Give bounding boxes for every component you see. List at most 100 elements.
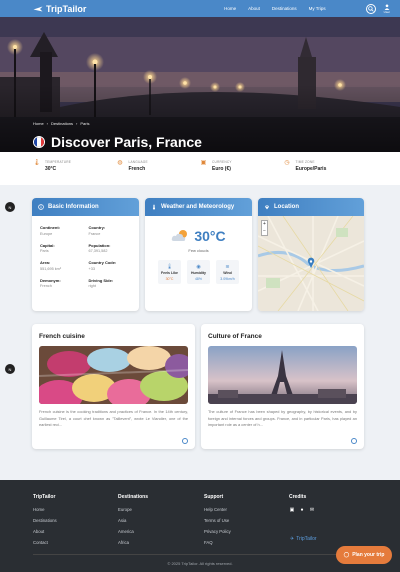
footer-link[interactable]: Africa <box>118 540 148 545</box>
field-value: France <box>88 231 101 236</box>
plan-your-trip-button[interactable]: ◯ Plan your trip <box>336 546 392 564</box>
current-temperature: 30°C <box>194 228 226 244</box>
footer-divider <box>33 554 367 555</box>
nav-link-destinations[interactable]: Destinations <box>272 6 297 11</box>
quick-fact-value: 30°C <box>45 166 57 172</box>
nav-link-my-trips[interactable]: My Trips <box>309 6 326 11</box>
footer-link[interactable]: Destinations <box>33 518 57 523</box>
plane-icon: ✈ <box>290 536 295 542</box>
footer-brand-logo[interactable]: ✈ TripTailor <box>290 536 317 542</box>
field-label: Capital: <box>40 242 55 248</box>
weather-card: Weather and Meteorology 30°C Few clouds … <box>145 198 252 311</box>
footer-column-credits: Credits ▣ ● ✉ <box>289 494 315 513</box>
hero-banner: Home › Destinations › Paris Discover Par… <box>0 17 400 152</box>
quick-fact-timezone: ◷ TIME ZONE Europe/Paris <box>284 160 368 185</box>
chat-icon: ◯ <box>343 552 350 558</box>
field-value: French <box>40 284 52 288</box>
weather-stat-value: 30°C <box>165 276 174 281</box>
field-country: Country: France <box>89 225 132 236</box>
weather-stat-wind: ≋ Wind 3.09km/h <box>216 260 239 284</box>
top-navbar: TripTailor Home About Destinations My Tr… <box>0 0 400 17</box>
footer-link[interactable]: Asia <box>118 518 148 523</box>
card-header: Basic Information <box>32 198 139 216</box>
footer-link[interactable]: Contact <box>33 540 57 545</box>
cuisine-card: French cuisine French cuisine is the coo… <box>32 324 195 449</box>
wind-icon: ≋ <box>225 263 230 270</box>
breadcrumb-current: Paris <box>80 121 90 126</box>
breadcrumb-destinations[interactable]: Destinations <box>51 121 73 126</box>
breadcrumb-home[interactable]: Home <box>33 121 44 126</box>
thermometer-icon: 🌡 <box>33 160 41 166</box>
search-icon <box>367 5 374 12</box>
field-value: Paris <box>40 249 49 253</box>
card-header: Weather and Meteorology <box>145 198 252 216</box>
culture-card: Culture of France The culture of France … <box>201 324 364 449</box>
brand-name: TripTailor <box>46 3 87 14</box>
card-description: The culture of France has been shaped by… <box>208 409 357 427</box>
floating-side-button[interactable]: N <box>5 202 15 212</box>
read-more-icon[interactable] <box>182 438 188 444</box>
footer-link[interactable]: Terms of Use <box>204 518 231 523</box>
field-value: right <box>88 284 96 288</box>
weather-stat-label: Wind <box>223 271 232 275</box>
github-icon[interactable]: ● <box>299 507 305 513</box>
user-menu-button[interactable]: User <box>384 3 390 14</box>
nav-link-home[interactable]: Home <box>224 6 236 11</box>
quick-fact-temperature: 🌡 TEMPERATURE 30°C <box>33 160 117 185</box>
field-value: 551,695 km² <box>40 266 62 271</box>
card-title: Culture of France <box>208 333 262 340</box>
map-zoom-controls: + − <box>261 220 268 236</box>
footer-column-title: TripTailor <box>33 494 56 500</box>
linkedin-icon[interactable]: ▣ <box>289 507 295 513</box>
zoom-in-button[interactable]: + <box>262 221 267 228</box>
search-button[interactable] <box>365 3 376 14</box>
map-pin-icon <box>265 205 269 210</box>
footer-column-title: Support <box>204 494 224 500</box>
macarons-image <box>39 346 188 404</box>
card-title: Weather and Meteorology <box>161 204 235 210</box>
plane-icon <box>33 6 43 11</box>
footer-link[interactable]: FAQ <box>204 540 231 545</box>
globe-icon: ◍ <box>117 160 123 166</box>
eiffel-tower-photo <box>208 346 357 404</box>
breadcrumb-separator: › <box>76 121 78 126</box>
breadcrumb-separator: › <box>46 121 49 126</box>
location-map[interactable] <box>258 215 364 311</box>
field-label: Demonym: <box>40 277 61 283</box>
footer-column-destinations: Destinations Europe Asia America Africa <box>118 494 148 551</box>
hero-photo-paris-bridge <box>0 17 400 152</box>
quick-fact-currency: ▣ CURRENCY Euro (€) <box>200 160 284 185</box>
quick-fact-label: TEMPERATURE <box>45 160 72 164</box>
read-more-icon[interactable] <box>351 438 357 444</box>
field-label: Country Code: <box>88 260 117 265</box>
macarons-photo <box>39 346 188 404</box>
footer-link[interactable]: Help Center <box>204 507 231 512</box>
footer-link[interactable]: Privacy Policy <box>204 529 231 534</box>
floating-side-button[interactable]: N <box>5 364 15 374</box>
weather-stat-humidity: ◉ Humidity 48% <box>187 260 210 284</box>
zoom-out-button[interactable]: − <box>262 228 267 235</box>
page-title: Discover Paris, France <box>51 134 202 150</box>
location-card: Location + − <box>258 198 364 311</box>
weather-stat-label: Humidity <box>191 271 206 275</box>
footer-link[interactable]: America <box>118 529 148 534</box>
field-label: Driving Side: <box>88 277 114 283</box>
footer-link[interactable]: Europe <box>118 507 148 512</box>
footer-link[interactable]: About <box>33 529 57 534</box>
footer-link[interactable]: Home <box>33 507 57 512</box>
card-description: French cuisine is the cooking traditions… <box>39 409 188 427</box>
brand-logo[interactable]: TripTailor <box>33 4 86 14</box>
field-demonym: Demonym: French <box>40 278 83 289</box>
humidity-icon: ◉ <box>196 263 201 270</box>
field-label: Continent: <box>40 225 60 230</box>
clock-icon: ◷ <box>284 160 290 166</box>
field-area: Area: 551,695 km² <box>40 260 83 271</box>
mail-icon[interactable]: ✉ <box>309 507 315 513</box>
cloud-sun-icon <box>172 230 188 241</box>
field-value: Europe <box>40 231 53 236</box>
nav-link-about[interactable]: About <box>248 6 260 11</box>
quick-fact-label: TIME ZONE <box>295 160 315 164</box>
info-icon <box>38 204 44 210</box>
hero-heading: Discover Paris, France <box>33 134 202 150</box>
quick-fact-value: French <box>128 166 146 172</box>
